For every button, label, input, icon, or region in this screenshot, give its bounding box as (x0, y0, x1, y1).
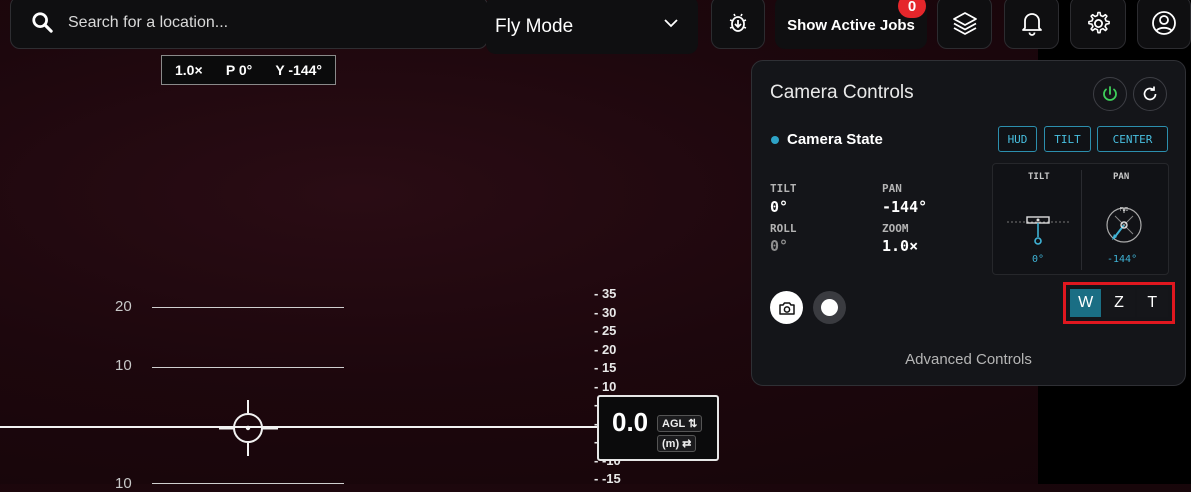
altitude-tick: - 10 (594, 378, 617, 394)
altitude-tick: - 15 (594, 360, 617, 375)
pan-label: PAN (882, 182, 902, 195)
power-button[interactable] (1093, 77, 1127, 111)
record-button[interactable] (813, 291, 846, 324)
tilt-button[interactable]: TILT (1044, 126, 1091, 152)
roll-label: ROLL (770, 222, 797, 235)
gauge-divider (1081, 170, 1082, 270)
lens-wide-button[interactable]: W (1070, 289, 1102, 317)
zoom-value: 1.0× (882, 237, 919, 255)
record-icon (821, 299, 838, 316)
pitch-ladder-label: 10 (115, 357, 132, 374)
pitch-ladder-label: 20 (115, 298, 132, 315)
tilt-gauge-icon (1007, 216, 1069, 245)
camera-icon (778, 301, 795, 315)
altitude-tick: - 20 (594, 341, 617, 357)
lens-thermal-button[interactable]: T (1136, 289, 1168, 317)
center-button[interactable]: CENTER (1097, 126, 1168, 152)
notifications-button[interactable] (1004, 0, 1059, 49)
tilt-label: TILT (770, 182, 797, 195)
capture-photo-button[interactable] (770, 291, 803, 324)
readout-pitch: P 0° (225, 62, 253, 78)
search-input[interactable]: Search for a location... (68, 14, 228, 32)
mode-select[interactable]: Fly Mode (486, 0, 698, 54)
readout-yaw: Y -144° (275, 62, 322, 78)
bell-icon (1021, 12, 1042, 36)
settings-button[interactable] (1070, 0, 1126, 49)
pan-gauge-value: -144° (1107, 254, 1138, 265)
zoom-label: ZOOM (882, 222, 909, 235)
power-icon (1103, 86, 1117, 101)
camera-state-label: Camera State (787, 131, 883, 148)
layers-button[interactable] (937, 0, 992, 49)
advanced-controls-link[interactable]: Advanced Controls (752, 351, 1185, 368)
altitude-tick: - 35 (594, 286, 617, 301)
status-dot (771, 136, 779, 144)
lens-zoom-button[interactable]: Z (1103, 289, 1135, 317)
refresh-icon (1143, 86, 1157, 101)
gear-icon (1088, 11, 1110, 33)
altitude-tick: - 25 (594, 323, 617, 338)
search-box[interactable]: Search for a location... (10, 0, 488, 49)
tilt-gauge-title: TILT (1028, 172, 1050, 182)
pan-gauge-icon: FWD (1106, 207, 1142, 243)
layers-icon (952, 11, 977, 35)
altitude-tick: - 30 (594, 304, 617, 320)
mode-select-value: Fly Mode (495, 16, 574, 37)
hud-button[interactable]: HUD (998, 126, 1037, 152)
altitude-readout: 0.0 AGL ⇅ (m) ⇄ (597, 395, 719, 461)
altitude-unit-toggle[interactable]: (m) ⇄ (657, 435, 697, 452)
user-circle-icon (1152, 10, 1176, 35)
profile-button[interactable] (1137, 0, 1191, 49)
hud-readout: 1.0× P 0° Y -144° (161, 55, 336, 85)
chevron-down-icon (664, 19, 678, 28)
pan-gauge-title: PAN (1113, 172, 1130, 182)
pitch-ladder-line (152, 367, 344, 368)
reset-button[interactable] (1133, 77, 1167, 111)
crosshair-icon (219, 400, 278, 456)
readout-zoom: 1.0× (175, 62, 203, 78)
search-icon (32, 12, 53, 33)
camera-controls-panel: Camera Controls Camera State HUD TILT CE… (751, 60, 1186, 386)
altitude-value: 0.0 (612, 407, 649, 437)
horizon-line (0, 426, 600, 428)
tilt-value: 0° (770, 198, 789, 216)
lens-mode-selector: W Z T (1063, 282, 1175, 324)
drone-download-button[interactable] (711, 0, 765, 49)
pitch-ladder-line (152, 307, 344, 308)
panel-title: Camera Controls (770, 82, 914, 103)
roll-value: 0° (770, 237, 789, 255)
tilt-gauge-value: 0° (1032, 254, 1045, 265)
gimbal-gauges: TILT PAN FWD 0° -144° (992, 163, 1169, 275)
pan-value: -144° (882, 198, 928, 216)
altitude-reference-toggle[interactable]: AGL ⇅ (657, 415, 703, 432)
show-active-jobs-label: Show Active Jobs (787, 17, 915, 34)
drone-download-icon (729, 13, 747, 32)
